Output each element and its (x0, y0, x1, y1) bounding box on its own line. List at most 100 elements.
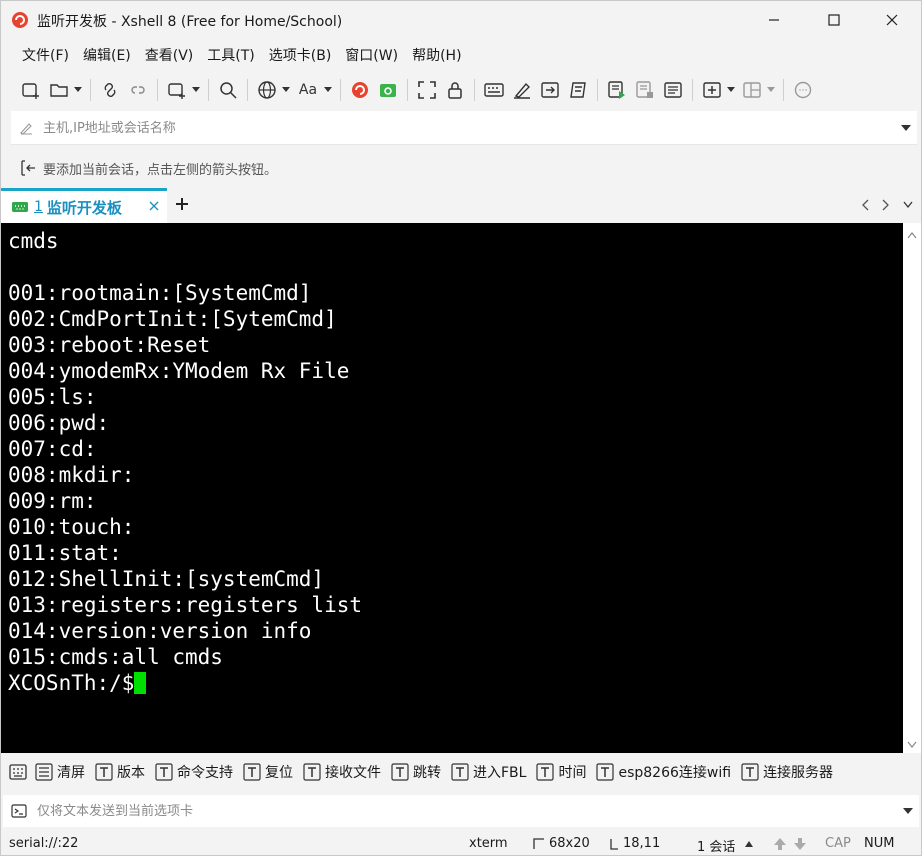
add-session-arrow-icon[interactable] (19, 159, 37, 177)
quick-command-button[interactable]: 时间 (536, 762, 586, 782)
find-button[interactable] (214, 76, 242, 104)
host-input[interactable] (43, 111, 883, 145)
menu-file[interactable]: 文件(F) (15, 45, 76, 65)
font-button[interactable]: Aa (293, 76, 323, 104)
menu-tools[interactable]: 工具(T) (200, 45, 261, 65)
chevron-left-icon[interactable] (861, 199, 871, 211)
quick-command-button[interactable]: 复位 (243, 762, 293, 782)
chevron-down-icon[interactable] (901, 124, 911, 132)
new-window-button[interactable] (163, 76, 191, 104)
chevron-down-icon[interactable] (903, 807, 913, 815)
quick-command-button[interactable]: 版本 (95, 762, 145, 782)
terminal-screen[interactable]: cmds 001:rootmain:[SystemCmd] 002:CmdPor… (1, 223, 903, 753)
tab-number: 1 (34, 199, 43, 215)
quick-command-button[interactable]: 命令支持 (155, 762, 233, 782)
toolbar-divider (157, 79, 158, 101)
new-session-button[interactable] (17, 76, 45, 104)
maximize-button[interactable] (811, 1, 857, 39)
log-stop-button[interactable] (631, 76, 659, 104)
menu-view[interactable]: 查看(V) (138, 45, 201, 65)
log-start-icon (608, 81, 625, 99)
new-session-icon (22, 83, 39, 99)
encoding-button[interactable] (253, 76, 281, 104)
arrow-up-icon[interactable] (773, 837, 787, 851)
quick-command-label: 连接服务器 (763, 765, 834, 781)
new-tab-group-button[interactable] (698, 76, 726, 104)
pen-icon (514, 82, 530, 99)
quick-command-bar: 清屏 版本 命令支持 复位 接收文件 跳转 进入FBL 时间 esp8266连接… (1, 757, 921, 787)
xftp-icon (380, 84, 396, 97)
pencil-icon (20, 123, 32, 135)
layout-dropdown[interactable] (766, 76, 776, 104)
toolbar-divider (340, 79, 341, 101)
arrow-down-icon[interactable] (793, 837, 807, 851)
quick-command-label: 跳转 (413, 765, 441, 781)
minimize-button[interactable] (751, 1, 797, 39)
xftp-button[interactable] (374, 76, 402, 104)
text-command-icon (303, 763, 321, 781)
send-text-input[interactable] (37, 795, 877, 827)
terminal-line: 008:mkdir: (8, 463, 135, 487)
xshell-button[interactable] (346, 76, 374, 104)
lock-button[interactable] (441, 76, 469, 104)
status-sessions[interactable]: 1 会话 (697, 836, 735, 855)
close-window-button[interactable] (869, 1, 915, 39)
open-session-dropdown[interactable] (73, 76, 83, 104)
menu-window[interactable]: 窗口(W) (338, 45, 405, 65)
menu-help[interactable]: 帮助(H) (405, 45, 468, 65)
quick-command-label: 复位 (265, 765, 293, 781)
fullscreen-button[interactable] (413, 76, 441, 104)
reconnect-button[interactable] (96, 76, 124, 104)
tab-session-1[interactable]: 1 监听开发板 (1, 188, 167, 223)
compose-button[interactable] (659, 76, 687, 104)
encoding-dropdown[interactable] (281, 76, 291, 104)
send-key-button[interactable] (536, 76, 564, 104)
new-tab-group-dropdown[interactable] (726, 76, 736, 104)
open-session-button[interactable] (45, 76, 73, 104)
terminal-line: 007:cd: (8, 437, 97, 461)
quick-command-menu-icon[interactable] (9, 763, 29, 781)
fullscreen-icon (418, 81, 436, 99)
text-command-icon (155, 763, 173, 781)
highlight-button[interactable] (508, 76, 536, 104)
layout-button[interactable] (738, 76, 766, 104)
status-caps-lock: CAP (825, 836, 851, 851)
terminal-line: 005:ls: (8, 385, 97, 409)
chevron-right-icon[interactable] (880, 199, 890, 211)
quick-command-button[interactable]: esp8266连接wifi (596, 762, 731, 782)
chat-icon (794, 81, 812, 99)
new-window-dropdown[interactable] (191, 76, 201, 104)
maximize-icon (828, 14, 840, 26)
script-button[interactable] (564, 76, 592, 104)
scroll-down-icon[interactable] (907, 741, 917, 749)
chevron-up-icon[interactable] (745, 841, 753, 847)
tab-list-dropdown-icon[interactable] (903, 201, 913, 209)
quick-command-label: 时间 (558, 765, 587, 781)
keyboard-icon (484, 83, 504, 97)
text-command-icon (741, 763, 759, 781)
toolbar-divider (474, 79, 475, 101)
close-tab-icon[interactable] (149, 201, 159, 211)
add-tab-icon[interactable] (175, 197, 189, 211)
chat-button[interactable] (789, 76, 817, 104)
address-bar (11, 111, 917, 145)
quick-command-button[interactable]: 跳转 (391, 762, 441, 782)
menu-tab[interactable]: 选项卡(B) (262, 45, 339, 65)
disconnect-button[interactable] (124, 76, 152, 104)
log-start-button[interactable] (603, 76, 631, 104)
quick-command-button[interactable]: 连接服务器 (741, 762, 833, 782)
compose-bar (3, 795, 919, 827)
link-icon (104, 83, 116, 97)
quick-command-label: esp8266连接wifi (618, 765, 732, 781)
search-icon (220, 82, 237, 99)
quick-command-button[interactable]: 接收文件 (303, 762, 381, 782)
scroll-up-icon[interactable] (907, 231, 917, 239)
quick-clear-button[interactable]: 清屏 (35, 762, 85, 782)
text-command-icon (243, 763, 261, 781)
keyboard-button[interactable] (480, 76, 508, 104)
terminal-scrollbar[interactable] (903, 223, 921, 753)
status-term-type: xterm (469, 836, 508, 851)
quick-command-button[interactable]: 进入FBL (451, 762, 526, 782)
font-dropdown[interactable] (323, 76, 333, 104)
menu-edit[interactable]: 编辑(E) (76, 45, 138, 65)
